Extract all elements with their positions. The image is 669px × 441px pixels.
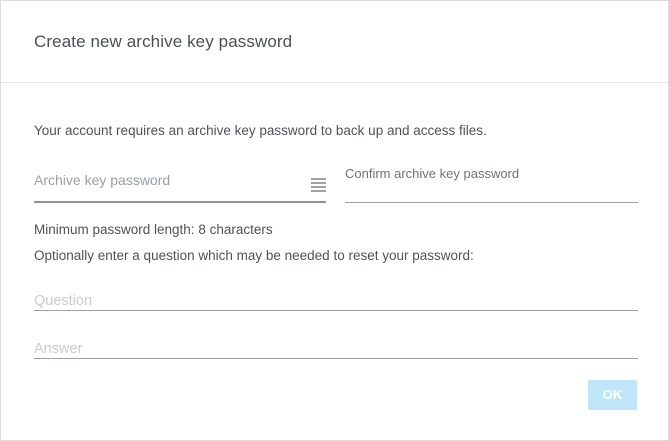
answer-underline	[34, 358, 638, 359]
question-underline	[34, 310, 638, 311]
archive-key-dialog: Create new archive key password Your acc…	[0, 0, 669, 441]
question-prompt-text: Optionally enter a question which may be…	[34, 248, 474, 263]
password-underline	[34, 201, 326, 203]
intro-text: Your account requires an archive key pas…	[34, 123, 487, 138]
min-length-text: Minimum password length: 8 characters	[34, 222, 273, 237]
archive-key-password-placeholder: Archive key password	[34, 172, 171, 188]
answer-placeholder: Answer	[34, 341, 83, 357]
question-input[interactable]: Question	[34, 289, 638, 311]
archive-key-password-input[interactable]: Archive key password	[34, 165, 326, 203]
strength-meter-icon	[311, 178, 326, 196]
question-placeholder: Question	[34, 293, 93, 309]
confirm-underline	[345, 202, 638, 203]
dialog-title: Create new archive key password	[34, 32, 293, 51]
ok-button[interactable]: OK	[588, 380, 637, 410]
dialog-header: Create new archive key password	[1, 1, 668, 83]
confirm-archive-key-password-input[interactable]: Confirm archive key password	[345, 161, 638, 203]
confirm-password-label: Confirm archive key password	[345, 166, 520, 181]
answer-input[interactable]: Answer	[34, 337, 638, 359]
